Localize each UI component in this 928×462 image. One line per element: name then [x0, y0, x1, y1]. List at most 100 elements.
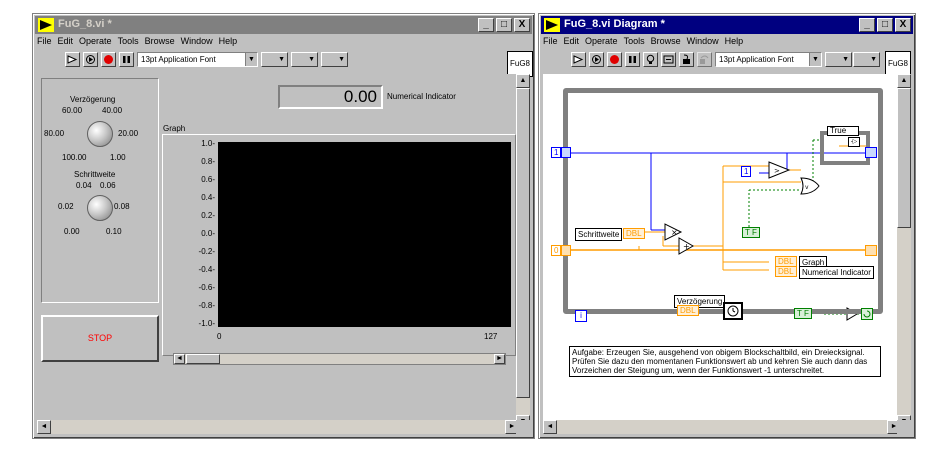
menu-browse[interactable]: Browse — [651, 36, 681, 50]
case-structure[interactable] — [820, 131, 870, 165]
menu-operate[interactable]: Operate — [79, 36, 112, 50]
verzoegerung-knob[interactable] — [87, 121, 113, 147]
front-panel-hscrollbar[interactable]: ◄ ► — [37, 420, 519, 434]
vscroll-thumb[interactable] — [516, 88, 530, 398]
graph-plot-area — [218, 142, 511, 327]
menu-operate[interactable]: Operate — [585, 36, 618, 50]
highlight-execution-button[interactable] — [643, 52, 658, 67]
menu-window[interactable]: Window — [181, 36, 213, 50]
step-over-button[interactable] — [697, 52, 712, 67]
retain-wire-values-button[interactable] — [661, 52, 676, 67]
abort-button[interactable] — [607, 52, 622, 67]
numerical-indicator-terminal[interactable]: DBL — [775, 266, 797, 277]
menu-window[interactable]: Window — [687, 36, 719, 50]
menu-browse[interactable]: Browse — [145, 36, 175, 50]
menu-tools[interactable]: Tools — [118, 36, 139, 50]
const-zero-left[interactable]: 0 — [551, 245, 562, 256]
distribute-objects-button[interactable]: ▼ — [853, 52, 880, 67]
minimize-button[interactable]: _ — [478, 18, 494, 32]
front-panel-titlebar[interactable]: FuG_8.vi * _ □ X — [35, 16, 532, 34]
scroll-up-arrow-icon[interactable]: ▲ — [516, 74, 530, 88]
resize-grip-icon[interactable] — [897, 420, 911, 434]
knob1-scale-40: 40.00 — [102, 106, 123, 115]
scroll-left-arrow-icon[interactable]: ◄ — [37, 420, 51, 434]
menu-edit[interactable]: Edit — [564, 36, 580, 50]
run-continuously-button[interactable] — [83, 52, 98, 67]
minimize-button[interactable]: _ — [859, 18, 875, 32]
shift-register-left-blue[interactable] — [561, 147, 571, 158]
y-tick: 0.8- — [201, 157, 215, 166]
labview-app-icon — [544, 18, 560, 32]
wait-ms-node[interactable] — [723, 302, 743, 320]
schrittweite-terminal[interactable]: DBL — [623, 228, 645, 239]
pause-button[interactable] — [625, 52, 640, 67]
block-diagram-titlebar[interactable]: FuG_8.vi Diagram * _ □ X — [541, 16, 913, 34]
description-comment: Aufgabe: Erzeugen Sie, ausgehend von obi… — [569, 346, 881, 377]
align-objects-button[interactable]: ▼ — [825, 52, 852, 67]
maximize-button[interactable]: □ — [496, 18, 512, 32]
menu-edit[interactable]: Edit — [58, 36, 74, 50]
shift-register-left-orange[interactable] — [561, 245, 571, 256]
tf-constant-inner[interactable]: T F — [742, 227, 760, 238]
font-selector[interactable]: 13pt Application Font ▼ — [715, 52, 822, 67]
maximize-button[interactable]: □ — [877, 18, 893, 32]
y-tick: 1.0- — [201, 139, 215, 148]
resize-grip-icon[interactable] — [516, 420, 530, 434]
case-selector-label[interactable]: True — [827, 126, 859, 136]
front-panel-menubar: File Edit Operate Tools Browse Window He… — [37, 36, 237, 50]
run-continuously-icon — [592, 55, 601, 64]
menu-tools[interactable]: Tools — [624, 36, 645, 50]
knob-verzoegerung-label: Verzögerung — [70, 95, 116, 104]
graph-scrollbar[interactable]: ◄ ► — [173, 353, 506, 365]
chevron-down-icon: ▼ — [809, 53, 821, 66]
knob2-scale-008: 0.08 — [114, 202, 130, 211]
block-diagram-hscrollbar[interactable]: ◄ ► — [543, 420, 901, 434]
step-into-button[interactable] — [679, 52, 694, 67]
menu-file[interactable]: File — [543, 36, 558, 50]
run-continuously-button[interactable] — [589, 52, 604, 67]
y-tick: -0.4- — [198, 265, 215, 274]
tf-constant[interactable]: T F — [794, 308, 812, 319]
pause-button[interactable] — [119, 52, 134, 67]
front-panel-vscrollbar[interactable]: ▲ ▼ — [516, 74, 530, 429]
vscroll-thumb[interactable] — [897, 88, 911, 228]
run-button[interactable] — [65, 52, 80, 67]
run-button[interactable] — [571, 52, 586, 67]
const-one-inner[interactable]: 1 — [741, 166, 752, 177]
reorder-button[interactable]: ▼ — [321, 52, 348, 67]
block-diagram-toolbar: 13pt Application Font ▼ ▼ ▼ FuG8 — [543, 50, 911, 77]
block-diagram-window: FuG_8.vi Diagram * _ □ X File Edit Opera… — [538, 13, 916, 439]
schrittweite-terminal-label: Schrittweite — [575, 228, 623, 241]
scroll-left-arrow-icon[interactable]: ◄ — [543, 420, 557, 434]
menu-file[interactable]: File — [37, 36, 52, 50]
block-diagram-canvas: × + > v True -▷ 1 0 1 Schrittweite DBL T… — [543, 74, 901, 429]
loop-condition-terminal[interactable] — [861, 308, 873, 320]
scroll-up-arrow-icon[interactable]: ▲ — [897, 74, 911, 88]
font-selector[interactable]: 13pt Application Font ▼ — [137, 52, 258, 67]
schrittweite-knob[interactable] — [87, 195, 113, 221]
abort-button[interactable] — [101, 52, 116, 67]
align-objects-button[interactable]: ▼ — [261, 52, 288, 67]
knob2-scale-000: 0.00 — [64, 227, 80, 236]
scroll-left-arrow-icon[interactable]: ◄ — [174, 354, 185, 364]
run-arrow-icon — [573, 55, 584, 64]
shift-register-right-orange[interactable] — [865, 245, 877, 256]
numerical-indicator-label: Numerical Indicator — [387, 92, 456, 101]
while-loop[interactable] — [563, 88, 883, 314]
menu-help[interactable]: Help — [219, 36, 238, 50]
const-one-left[interactable]: 1 — [551, 147, 562, 158]
block-diagram-vscrollbar[interactable]: ▲ ▼ — [897, 74, 911, 429]
close-button[interactable]: X — [514, 18, 530, 32]
distribute-objects-button[interactable]: ▼ — [291, 52, 318, 67]
shift-register-right-blue[interactable] — [865, 147, 877, 158]
verzoegerung-terminal[interactable]: DBL — [677, 305, 699, 316]
lightbulb-icon — [646, 54, 655, 64]
knob-schrittweite-label: Schrittweite — [74, 170, 116, 179]
menu-help[interactable]: Help — [725, 36, 744, 50]
scroll-right-arrow-icon[interactable]: ► — [494, 354, 505, 364]
negate-node[interactable]: -▷ — [848, 137, 860, 147]
stop-button[interactable]: STOP — [41, 315, 159, 362]
graph-scroll-thumb[interactable] — [186, 354, 220, 364]
loop-index-terminal[interactable]: i — [575, 310, 587, 322]
close-button[interactable]: X — [895, 18, 911, 32]
